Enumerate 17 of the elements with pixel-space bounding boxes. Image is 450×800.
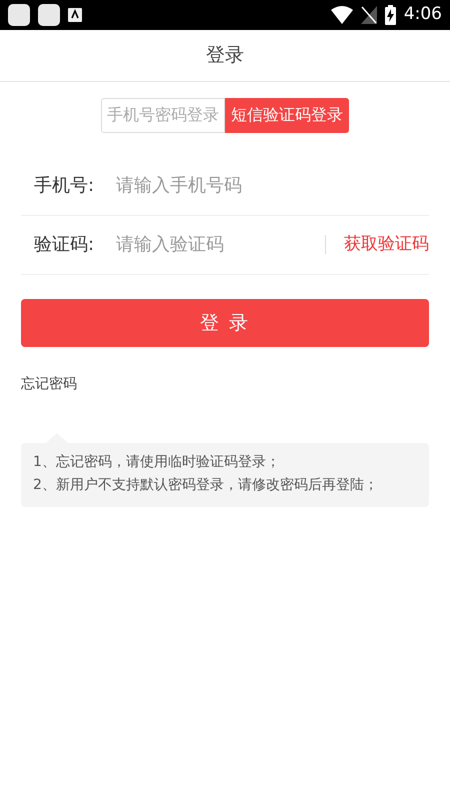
battery-charging-icon [384,5,396,25]
tip-text: 2、新用户不支持默认密码登录，请修改密码后再登陆； [33,476,379,494]
wifi-icon [330,6,353,24]
no-signal-icon [360,6,377,24]
login-tab[interactable]: 手机号密码登录 [101,98,225,133]
page-title: 登录 [206,43,244,68]
get-code-button[interactable]: 获取验证码 [325,235,429,254]
field-label: 手机号: [34,174,96,198]
clock-time: 4:06 [404,3,442,26]
app-notification-icon [38,4,60,26]
login-button[interactable]: 登 录 [21,298,429,347]
app-notification-icon [8,4,30,26]
field-label: 验证码: [34,233,96,258]
forgot-password-link[interactable]: 忘记密码 [21,376,77,392]
login-tab[interactable]: 短信验证码登录 [225,98,349,133]
tip-text: 1、忘记密码，请使用临时验证码登录； [33,452,281,471]
notification-icon [68,8,82,22]
